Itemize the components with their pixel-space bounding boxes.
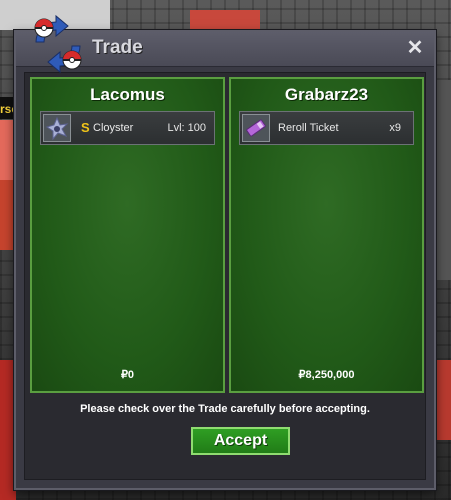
left-item-level: Lvl: 100: [167, 122, 206, 134]
accept-button[interactable]: Accept: [191, 427, 290, 455]
right-offer-item[interactable]: Reroll Ticket x9: [239, 111, 414, 145]
left-player-panel: Lacomus S Cloyster Lvl: 100 ₽0: [30, 77, 225, 393]
left-offer-item[interactable]: S Cloyster Lvl: 100: [40, 111, 215, 145]
left-player-name: Lacomus: [90, 85, 165, 104]
right-player-name: Grabarz23: [284, 85, 369, 104]
cloyster-sprite-icon: [43, 114, 71, 142]
trade-content: Lacomus S Cloyster Lvl: 100 ₽0 Grabarz23: [24, 72, 426, 480]
left-money: ₽0: [120, 369, 135, 381]
reroll-ticket-icon: [242, 114, 270, 142]
right-money: ₽8,250,000: [298, 369, 355, 381]
pokeball-logo-icon: [26, 12, 90, 76]
right-item-qty: x9: [389, 122, 401, 134]
right-item-name: Reroll Ticket: [278, 122, 339, 134]
close-icon[interactable]: ✕: [404, 36, 426, 60]
right-player-panel: Grabarz23 Reroll Ticket x9 ₽8,250,000: [229, 77, 424, 393]
shiny-badge: S: [81, 120, 90, 135]
trade-window: Trade ✕ Lacomus S Cloyster Lvl: 100 ₽0 G…: [14, 14, 436, 490]
left-item-name: Cloyster: [93, 122, 134, 134]
window-title: Trade: [92, 37, 143, 58]
trade-notice: Please check over the Trade carefully be…: [80, 403, 370, 415]
